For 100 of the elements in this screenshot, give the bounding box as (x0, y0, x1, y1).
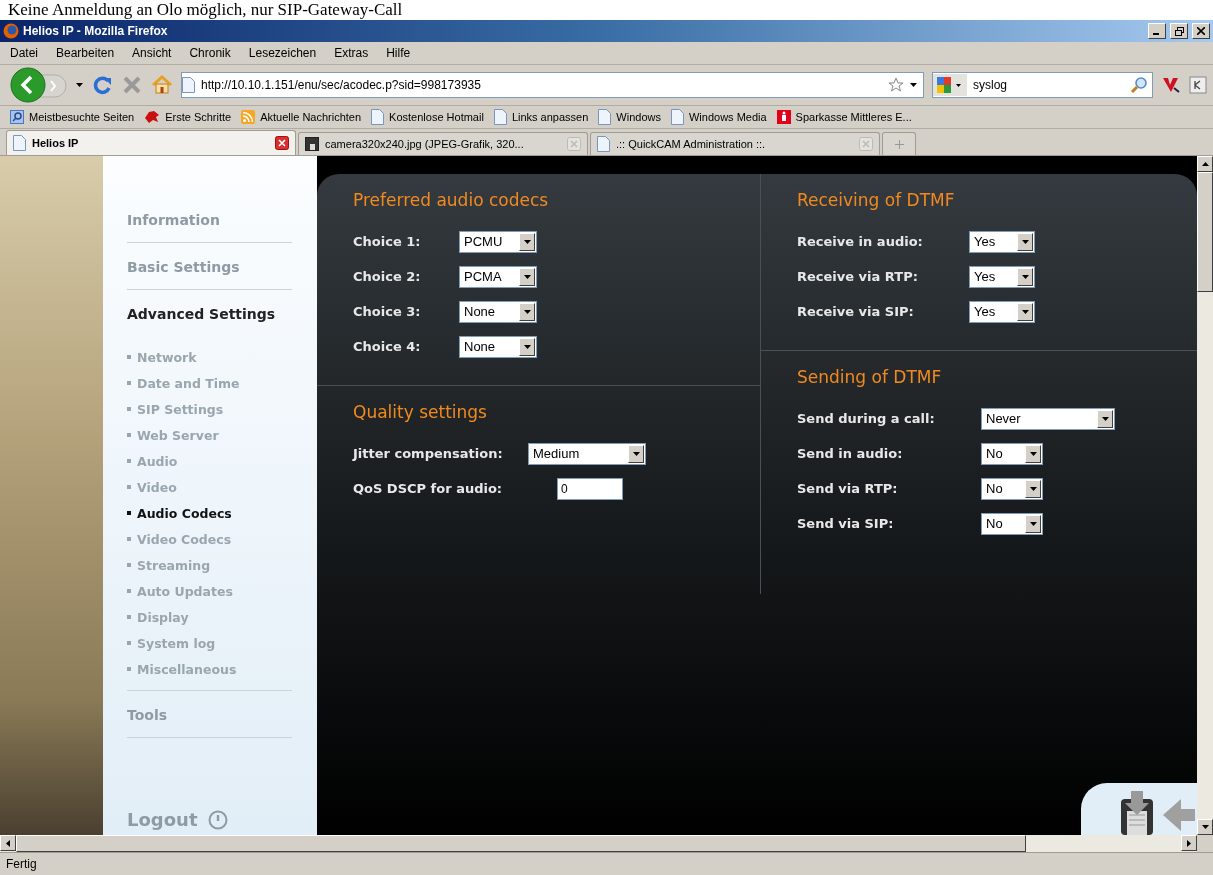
page-icon (670, 109, 684, 125)
power-icon (207, 810, 228, 830)
bookmark-link[interactable]: Windows Media (670, 109, 767, 125)
scrollbar-thumb[interactable] (16, 835, 1026, 852)
bookmark-link[interactable]: Aktuelle Nachrichten (241, 110, 362, 124)
select-field[interactable]: Yes (969, 265, 1035, 288)
plus-icon (894, 139, 904, 149)
scrollbar-thumb[interactable] (1197, 172, 1213, 292)
search-field[interactable]: syslog (932, 72, 1153, 98)
field-label: Send during a call: (797, 411, 936, 426)
back-button[interactable] (10, 67, 68, 103)
caret-icon (76, 83, 83, 87)
caption-text: Keine Anmeldung an Olo möglich, nur SIP-Gateway-Call (7, 0, 404, 20)
nav-subitem[interactable]: Audio Codecs (127, 500, 293, 526)
page-icon (371, 109, 385, 125)
search-icon (10, 110, 24, 124)
caret-icon (1201, 825, 1209, 829)
field-label: Receive via SIP: (797, 304, 915, 319)
right-arrow-icon (1187, 839, 1191, 847)
caret-icon (632, 451, 640, 456)
caret-icon (523, 239, 531, 244)
browser-tab[interactable]: Helios IP (6, 130, 296, 155)
select-field[interactable]: No (981, 477, 1043, 500)
scroll-left-button[interactable] (0, 835, 16, 851)
restore-button[interactable] (1170, 23, 1188, 39)
scroll-down-button[interactable] (1197, 819, 1213, 835)
caret-icon (1021, 309, 1029, 314)
field-label: Receive in audio: (797, 234, 924, 249)
close-icon[interactable] (275, 136, 289, 150)
field-label: Send via SIP: (797, 516, 895, 531)
caret-icon (1101, 416, 1109, 421)
page-icon (493, 109, 507, 125)
input-field[interactable]: 0 (557, 477, 623, 500)
page-icon (182, 77, 195, 93)
field-label: Choice 1: (353, 234, 422, 249)
address-bar[interactable]: http://10.10.1.151/enu/sec/acodec.p?sid=998173935 (181, 72, 924, 98)
history-dropdown[interactable] (76, 83, 83, 87)
scroll-right-button[interactable] (1181, 835, 1197, 851)
up-arrow-icon (1201, 162, 1209, 166)
field-label: Choice 3: (353, 304, 422, 319)
select-field[interactable]: PCMA (459, 265, 537, 288)
select-field[interactable]: Yes (969, 230, 1035, 253)
select-field[interactable]: Never (981, 407, 1115, 430)
star-icon[interactable] (888, 77, 904, 93)
keyboard-icon[interactable] (1189, 76, 1207, 94)
section-title: Receiving of DTMF (797, 190, 956, 212)
select-field[interactable]: None (459, 300, 537, 323)
window-title: Helios IP - Mozilla Firefox (23, 24, 169, 38)
page-icon (13, 135, 26, 151)
bookmark-link[interactable]: Meistbesuchte Seiten (10, 110, 135, 124)
select-field[interactable]: Medium (528, 442, 646, 465)
page-icon (598, 109, 612, 125)
menu-item[interactable]: Datei (10, 46, 38, 60)
rss-icon (241, 110, 256, 124)
caret-icon (1029, 451, 1037, 456)
caret-icon (1021, 274, 1029, 279)
nav-item[interactable]: Advanced Settings (127, 300, 293, 336)
bookmark-link[interactable]: Windows (598, 109, 661, 125)
select-field[interactable]: Yes (969, 300, 1035, 323)
field-label: Send via RTP: (797, 481, 899, 496)
bookmark-link[interactable]: Erste Schritte (144, 110, 232, 124)
section-title: Sending of DTMF (797, 367, 943, 389)
page-icon (597, 136, 610, 152)
status-text: Fertig (6, 857, 37, 871)
bookmark-link[interactable]: Sparkasse Mittleres E... (776, 110, 912, 124)
select-field[interactable]: None (459, 335, 537, 358)
menu-item[interactable]: Extras (334, 46, 369, 60)
left-arrow-icon (6, 839, 10, 847)
browser-tab[interactable]: camera320x240.jpg (JPEG-Grafik, 320... (298, 132, 588, 155)
field-label: Jitter compensation: (353, 446, 504, 461)
menu-item[interactable]: Chronik (189, 46, 231, 60)
restore-icon (1174, 26, 1184, 36)
field-label: Send in audio: (797, 446, 904, 461)
close-button[interactable] (1192, 23, 1210, 39)
caret-icon (523, 344, 531, 349)
section-title: Quality settings (353, 402, 488, 424)
menu-item[interactable]: Ansicht (132, 46, 172, 60)
bookmark-link[interactable]: Kostenlose Hotmail (371, 109, 484, 125)
field-label: Choice 2: (353, 269, 422, 284)
field-label: Choice 4: (353, 339, 422, 354)
bookmark-link[interactable]: Links anpassen (493, 109, 589, 125)
field-label: QoS DSCP for audio: (353, 481, 504, 496)
menu-item[interactable]: Hilfe (386, 46, 411, 60)
menu-item[interactable]: Bearbeiten (56, 46, 115, 60)
caret-icon (1029, 486, 1037, 491)
minimize-button[interactable] (1148, 23, 1166, 39)
section-title: Preferred audio codecs (353, 190, 550, 212)
search-engine-icon[interactable] (933, 74, 967, 96)
browser-tab[interactable]: .:: QuickCAM Administration ::. (590, 132, 880, 155)
menu-item[interactable]: Lesezeichen (248, 46, 317, 60)
select-field[interactable]: No (981, 442, 1043, 465)
caret-icon (523, 274, 531, 279)
search-icon[interactable] (1130, 76, 1148, 94)
select-field[interactable]: No (981, 512, 1043, 535)
select-field[interactable]: PCMU (459, 230, 537, 253)
home-icon[interactable] (151, 74, 173, 96)
caret-icon (910, 83, 917, 87)
scroll-up-button[interactable] (1197, 156, 1213, 172)
browser-logo-icon (3, 23, 19, 39)
reload-icon[interactable] (91, 74, 113, 96)
